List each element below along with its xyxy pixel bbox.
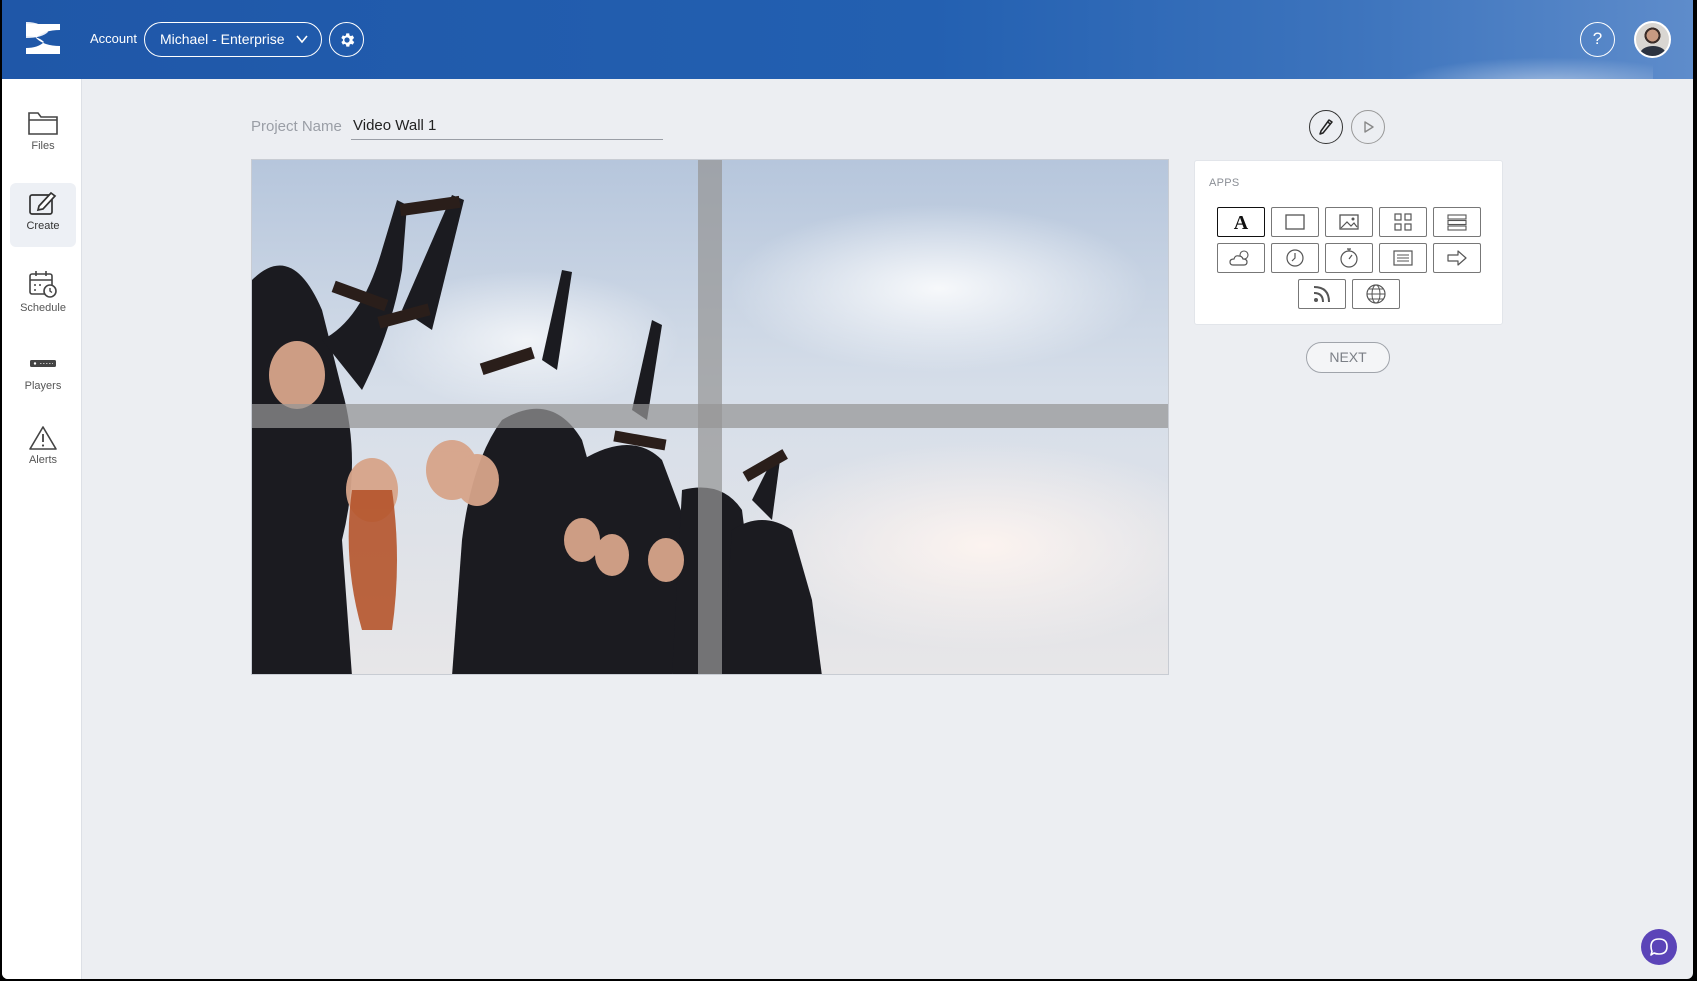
- sidebar-item-players[interactable]: Players: [10, 343, 76, 407]
- app-shape-tile[interactable]: [1271, 207, 1319, 237]
- next-button[interactable]: NEXT: [1306, 342, 1390, 373]
- list-layout-icon: [1447, 214, 1467, 231]
- gear-icon: [340, 32, 354, 47]
- chevron-down-icon: [296, 35, 308, 44]
- sidebar-item-create[interactable]: Create: [10, 183, 76, 247]
- project-name-label: Project Name: [251, 118, 342, 135]
- help-button[interactable]: ?: [1580, 22, 1615, 57]
- app-weather-tile[interactable]: [1217, 243, 1265, 273]
- app-rss-tile[interactable]: [1298, 279, 1346, 309]
- avatar[interactable]: [1634, 21, 1671, 58]
- app-qr-tile[interactable]: [1379, 207, 1427, 237]
- arrow-right-icon: [1447, 250, 1467, 266]
- apps-panel: APPS A: [1194, 160, 1503, 325]
- qr-code-icon: [1394, 213, 1412, 231]
- sidebar-item-label: Create: [26, 220, 60, 232]
- warning-icon: [29, 426, 57, 450]
- create-icon: [29, 191, 57, 215]
- account-select[interactable]: Michael - Enterprise: [144, 22, 322, 57]
- app-window: Account Michael - Enterprise ? Files Cre…: [2, 0, 1693, 979]
- chat-icon: [1650, 938, 1668, 956]
- app-web-tile[interactable]: [1352, 279, 1400, 309]
- svg-text:A: A: [1234, 212, 1249, 232]
- edit-mode-button[interactable]: [1309, 110, 1343, 144]
- calendar-clock-icon: [29, 271, 57, 298]
- rss-icon: [1313, 286, 1330, 303]
- sidebar-item-files[interactable]: Files: [10, 103, 76, 167]
- text-icon: A: [1234, 212, 1249, 232]
- app-image-tile[interactable]: [1325, 207, 1373, 237]
- app-ticker-tile[interactable]: [1379, 243, 1427, 273]
- weather-icon: [1229, 250, 1249, 266]
- folder-icon: [28, 112, 58, 135]
- sidebar-item-label: Alerts: [28, 454, 58, 466]
- preview-button[interactable]: [1351, 110, 1385, 144]
- account-label: Account: [90, 31, 137, 46]
- settings-button[interactable]: [329, 22, 364, 57]
- stopwatch-icon: [1340, 248, 1358, 268]
- brand-logo-icon[interactable]: [24, 20, 62, 58]
- player-device-icon: [30, 360, 56, 367]
- rectangle-icon: [1285, 214, 1305, 230]
- sidebar-item-label: Files: [31, 140, 55, 152]
- sidebar: Files Create Schedule Players Alerts: [2, 79, 82, 979]
- sidebar-item-label: Players: [24, 380, 62, 392]
- clock-icon: [1286, 249, 1304, 267]
- app-text-tile[interactable]: A: [1217, 207, 1265, 237]
- bezel-horizontal: [252, 404, 1168, 428]
- pencil-icon: [1319, 119, 1333, 135]
- header-cloud-decoration: [1393, 57, 1653, 79]
- sidebar-item-alerts[interactable]: Alerts: [10, 419, 76, 483]
- top-header: Account Michael - Enterprise ?: [2, 0, 1693, 79]
- chat-support-button[interactable]: [1641, 929, 1677, 965]
- app-redirect-tile[interactable]: [1433, 243, 1481, 273]
- sidebar-item-schedule[interactable]: Schedule: [10, 263, 76, 327]
- video-wall-canvas[interactable]: [251, 159, 1169, 675]
- play-icon: [1364, 121, 1374, 133]
- app-countdown-tile[interactable]: [1325, 243, 1373, 273]
- app-clock-tile[interactable]: [1271, 243, 1319, 273]
- apps-title: APPS: [1209, 177, 1240, 189]
- project-name-input[interactable]: [351, 112, 663, 140]
- ticker-icon: [1393, 250, 1413, 266]
- app-layout-tile[interactable]: [1433, 207, 1481, 237]
- image-icon: [1339, 214, 1359, 230]
- sidebar-item-label: Schedule: [20, 302, 66, 314]
- account-select-value: Michael - Enterprise: [160, 31, 285, 47]
- globe-icon: [1366, 284, 1386, 304]
- avatar-figure: [1640, 46, 1666, 56]
